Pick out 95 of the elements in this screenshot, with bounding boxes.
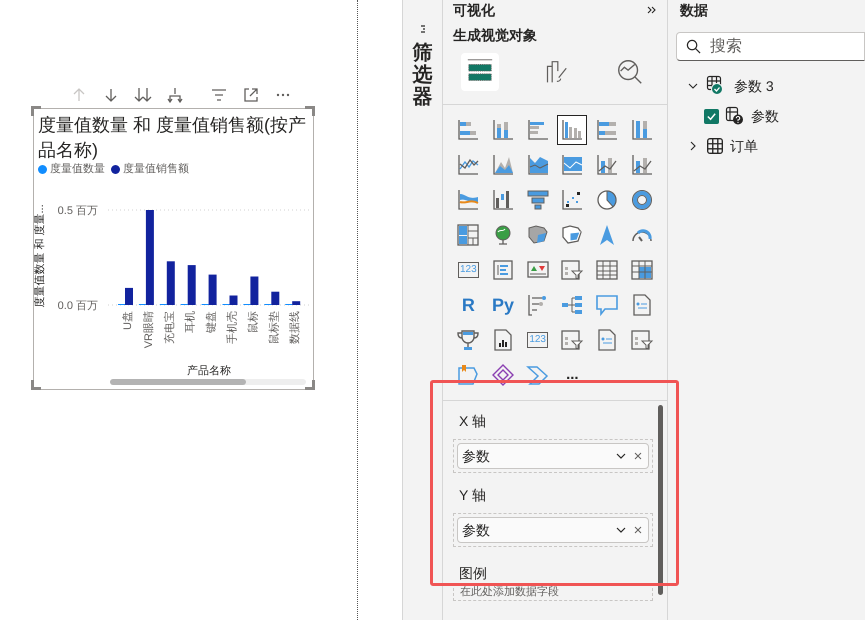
well-label: Y 轴 [459,486,487,505]
tree-item-label[interactable]: 参数 3 [734,76,774,96]
field-chip[interactable]: 参数 [457,517,649,543]
bar[interactable] [208,274,217,305]
filters-tab[interactable]: 筛选器 [412,42,432,108]
x-axis-title: 产品名称 [187,365,231,377]
search-field[interactable]: 搜索 [676,32,865,61]
resize-handle[interactable] [305,106,315,116]
x-axis-label: 键盘 [206,311,218,333]
list-chart-icon [490,258,515,282]
apps-chart-icon [456,363,480,387]
scrollbar-thumb[interactable] [658,405,663,595]
tree-item-label[interactable]: 参数 [751,106,779,126]
line-column-chart-icon [594,153,619,177]
x-axis-label: 手机壳 [226,311,238,344]
checkmark-icon [706,110,717,122]
table-icon [706,137,724,155]
field-chip[interactable]: 参数 [457,443,649,469]
tree-chart-icon [560,293,584,317]
pie-chart-icon [594,188,619,212]
checkbox[interactable] [704,108,719,124]
visual-type-button[interactable]: Py [488,290,518,320]
scatter-chart-icon [560,188,584,212]
section-label: 生成视觉对象 [452,26,538,45]
x-axis-label: 鼠标垫 [268,311,280,344]
x-axis-label: 充电宝 [164,311,176,344]
legend-label: 度量值销售额 [123,162,189,177]
x-axis-label: VR眼睛 [142,311,155,348]
chart-title: 度量值数量 和 度量值销售额(按产品名称) [38,114,307,162]
bar[interactable] [125,288,133,305]
visual-type-button[interactable]: ... [557,360,588,390]
table-chart-icon [594,258,619,282]
drill-down-icon[interactable] [166,86,184,104]
parameter-field-icon [725,106,745,126]
search-icon [686,39,701,54]
resize-handle[interactable] [31,380,41,390]
treemap-chart-icon [456,223,480,247]
bar[interactable] [146,210,154,305]
double-arrow-down-icon[interactable] [134,86,152,104]
expand-icon[interactable] [647,5,657,15]
speech-chart-icon [594,293,619,317]
y-axis-title: 度量值数量 和 度量... [34,204,46,308]
stacked-bar-chart-icon [456,118,480,142]
x-axis-label: 鼠标 [247,311,260,333]
slicer-chart-icon [630,328,654,352]
field-name: 参数 [462,520,491,540]
area-band-chart-icon [560,153,584,177]
slicer-chart-icon [560,328,584,352]
remove-icon[interactable] [634,452,642,460]
pane-title: 可视化 [453,0,495,20]
legend-label: 度量值数量 [50,162,105,177]
x-axis-label: U盘 [122,311,134,330]
ribbon-chart-icon [456,188,480,212]
line-chart-icon [456,153,480,177]
funnel-chart-icon [526,188,550,212]
stacked-area-chart-icon [526,153,550,177]
chevron-right-icon[interactable] [688,141,698,151]
clustered-bar-chart-icon [526,118,550,142]
field-name: 参数 [462,446,491,466]
scrollbar-thumb[interactable] [110,379,246,385]
stacked-column-chart-icon [490,118,515,142]
waterfall-chart-icon [490,188,515,212]
bar[interactable] [188,265,196,305]
bar[interactable] [166,261,175,305]
well-label: 图例 [459,565,488,581]
chevron-down-icon[interactable] [616,525,626,535]
y-axis-label: 0.5 百万 [58,205,98,217]
remove-icon[interactable] [634,526,642,534]
full-bar-chart-icon [594,118,619,142]
matrix-chart-icon [630,258,654,282]
bar[interactable] [271,292,280,305]
donut-chart-icon [630,188,654,212]
resize-handle[interactable] [31,106,41,116]
pane-title: 数据 [678,1,709,20]
tree-item-label[interactable]: 订单 [730,136,758,156]
focus-mode-icon[interactable] [242,86,260,104]
x-axis-label: 数据线 [289,311,302,344]
slicer-chart-icon [560,258,584,282]
area-chart-icon [490,153,515,177]
visual-container[interactable]: 度量值数量 和 度量值销售额(按产品名称) 度量值数量 度量值销售额 度量值数量 和 度量... 0.5 百万 0.0 百万 U盘 VR眼睛 充电宝 耳机 键盘 手机壳 鼠标 鼠标垫 数据线 产品名称 [33,108,314,390]
line-column-chart-icon [630,153,654,177]
diamond-chart-icon [490,363,515,387]
y-axis-label: 0.0 百万 [58,300,98,312]
trophy-chart-icon [456,328,480,352]
bar[interactable] [250,276,258,305]
full-column-chart-icon [630,118,654,142]
x-axis-label: 耳机 [184,311,197,333]
visual-mode-tab[interactable] [461,53,499,91]
well-label: X 轴 [459,412,488,431]
visual-type-button[interactable]: R [453,290,484,320]
chevron-down-icon[interactable] [616,451,626,461]
chevron-down-icon[interactable] [688,81,698,91]
clustered-column-chart-icon [560,118,584,142]
bar[interactable] [292,301,300,305]
visual-type-button[interactable] [557,115,588,145]
